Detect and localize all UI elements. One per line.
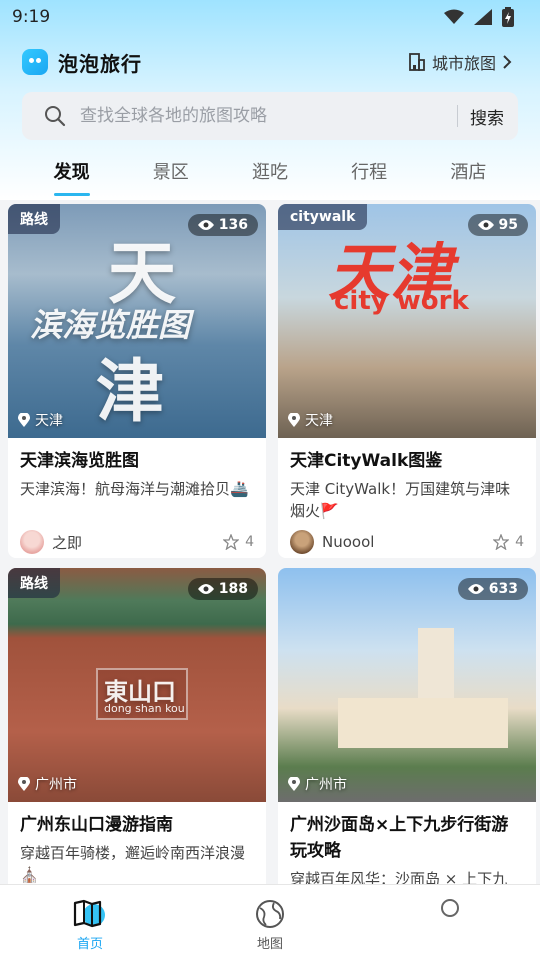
route-tag: 路线 <box>8 204 60 234</box>
circle-icon <box>441 899 459 917</box>
status-time: 9:19 <box>12 7 51 27</box>
category-tabs: 发现 景区 逛吃 行程 酒店 <box>0 148 540 198</box>
status-icons <box>444 7 514 27</box>
view-count: 188 <box>187 578 258 600</box>
author-name: 之即 <box>52 533 83 552</box>
search-input[interactable] <box>80 106 445 126</box>
view-count: 633 <box>457 578 528 600</box>
church-illustration <box>338 698 508 748</box>
card-title: 广州东山口漫游指南 <box>20 815 173 835</box>
location-pin-icon <box>18 413 30 427</box>
nav-map-label: 地图 <box>256 937 283 952</box>
location-label: 天津 <box>288 410 333 430</box>
tab-discover[interactable]: 发现 <box>37 148 107 198</box>
view-count-value: 188 <box>218 581 248 597</box>
view-count: 136 <box>187 214 258 236</box>
card-description: 穿越百年风华：沙面岛 × 上下九 <box>290 870 508 884</box>
location-name: 天津 <box>305 413 333 429</box>
eye-icon <box>197 220 214 230</box>
card-description: 天津滨海！航母海洋与潮滩拾贝🚢 <box>20 480 249 498</box>
avatar <box>20 530 44 554</box>
bottom-navigation: 首页 地图 <box>0 884 540 960</box>
view-count: 95 <box>467 214 528 236</box>
card-title: 天津CityWalk图鉴 <box>290 451 443 471</box>
tab-scenic[interactable]: 景区 <box>136 148 206 198</box>
location-label: 天津 <box>18 410 63 430</box>
nav-home[interactable]: 首页 <box>0 885 180 960</box>
search-button[interactable]: 搜索 <box>470 104 504 129</box>
guide-card[interactable]: 633 广州市 广州沙面岛×上下九步行街游玩攻略 穿越百年风华：沙面岛 × 上下… <box>278 568 536 884</box>
star-icon <box>223 534 240 550</box>
location-label: 广州市 <box>288 774 347 794</box>
card-cover-image: 天 滨海览胜图 津 路线 136 天津 <box>8 204 266 438</box>
battery-icon <box>502 7 514 27</box>
favorite-button[interactable]: 4 <box>223 534 254 550</box>
location-pin-icon <box>288 413 300 427</box>
wifi-icon <box>444 9 464 24</box>
city-map-label: 城市旅图 <box>431 54 496 73</box>
app-brand: 泡泡旅行 <box>22 48 142 77</box>
cover-text: city work <box>334 286 469 316</box>
location-name: 广州市 <box>305 777 347 793</box>
city-map-button[interactable]: 城市旅图 <box>408 50 512 74</box>
route-tag: citywalk <box>278 204 368 230</box>
author[interactable]: 之即 <box>20 530 82 554</box>
location-name: 广州市 <box>35 777 77 793</box>
map-home-icon <box>73 899 105 928</box>
location-label: 广州市 <box>18 774 77 794</box>
tab-food[interactable]: 逛吃 <box>235 148 305 198</box>
eye-icon <box>477 220 494 230</box>
card-title: 天津滨海览胜图 <box>20 451 139 471</box>
eye-icon <box>197 584 214 594</box>
globe-icon <box>256 900 284 928</box>
search-icon <box>45 106 66 127</box>
cover-text: 津 <box>96 353 165 432</box>
guide-card[interactable]: 天津 city work citywalk 95 天津 天津CityWalk图鉴… <box>278 204 536 558</box>
cover-text: dong shan kou <box>104 702 185 715</box>
location-name: 天津 <box>35 413 63 429</box>
favorite-count: 4 <box>515 534 524 550</box>
author[interactable]: Nuoool <box>290 530 374 554</box>
avatar <box>290 530 314 554</box>
guide-card[interactable]: 天 滨海览胜图 津 路线 136 天津 天津滨海览胜图 天津滨海！航母海洋与潮滩… <box>8 204 266 558</box>
discover-feed: 天 滨海览胜图 津 路线 136 天津 天津滨海览胜图 天津滨海！航母海洋与潮滩… <box>8 204 536 884</box>
star-icon <box>493 534 510 550</box>
app-logo-icon <box>22 49 48 75</box>
card-description: 穿越百年骑楼，邂逅岭南西洋浪漫⛪ <box>20 844 246 884</box>
card-title: 广州沙面岛×上下九步行街游玩攻略 <box>290 815 509 861</box>
author-name: Nuoool <box>322 533 375 551</box>
favorite-button[interactable]: 4 <box>493 534 524 550</box>
eye-icon <box>467 584 484 594</box>
nav-map[interactable]: 地图 <box>180 885 360 960</box>
view-count-value: 633 <box>488 581 518 597</box>
search-divider <box>457 105 458 127</box>
view-count-value: 95 <box>498 217 518 233</box>
guide-card[interactable]: 東山口 dong shan kou 路线 188 广州市 广州东山口漫游指南 穿… <box>8 568 266 884</box>
status-bar: 9:19 <box>0 0 540 34</box>
favorite-count: 4 <box>245 534 254 550</box>
building-icon <box>409 53 425 71</box>
app-header: 泡泡旅行 城市旅图 <box>0 40 540 84</box>
tab-itinerary[interactable]: 行程 <box>334 148 404 198</box>
location-pin-icon <box>18 777 30 791</box>
card-cover-image: 東山口 dong shan kou 路线 188 广州市 <box>8 568 266 802</box>
signal-icon <box>474 9 492 25</box>
card-description: 天津 CityWalk！万国建筑与津味烟火🚩 <box>290 480 511 520</box>
nav-profile[interactable] <box>360 885 540 960</box>
route-tag: 路线 <box>8 568 60 598</box>
tab-hotel[interactable]: 酒店 <box>433 148 503 198</box>
card-cover-image: 天津 city work citywalk 95 天津 <box>278 204 536 438</box>
view-count-value: 136 <box>218 217 248 233</box>
nav-home-label: 首页 <box>76 937 103 952</box>
app-name: 泡泡旅行 <box>58 51 142 76</box>
search-bar: 搜索 <box>22 92 518 140</box>
chevron-right-icon <box>503 55 512 69</box>
location-pin-icon <box>288 777 300 791</box>
card-cover-image: 633 广州市 <box>278 568 536 802</box>
